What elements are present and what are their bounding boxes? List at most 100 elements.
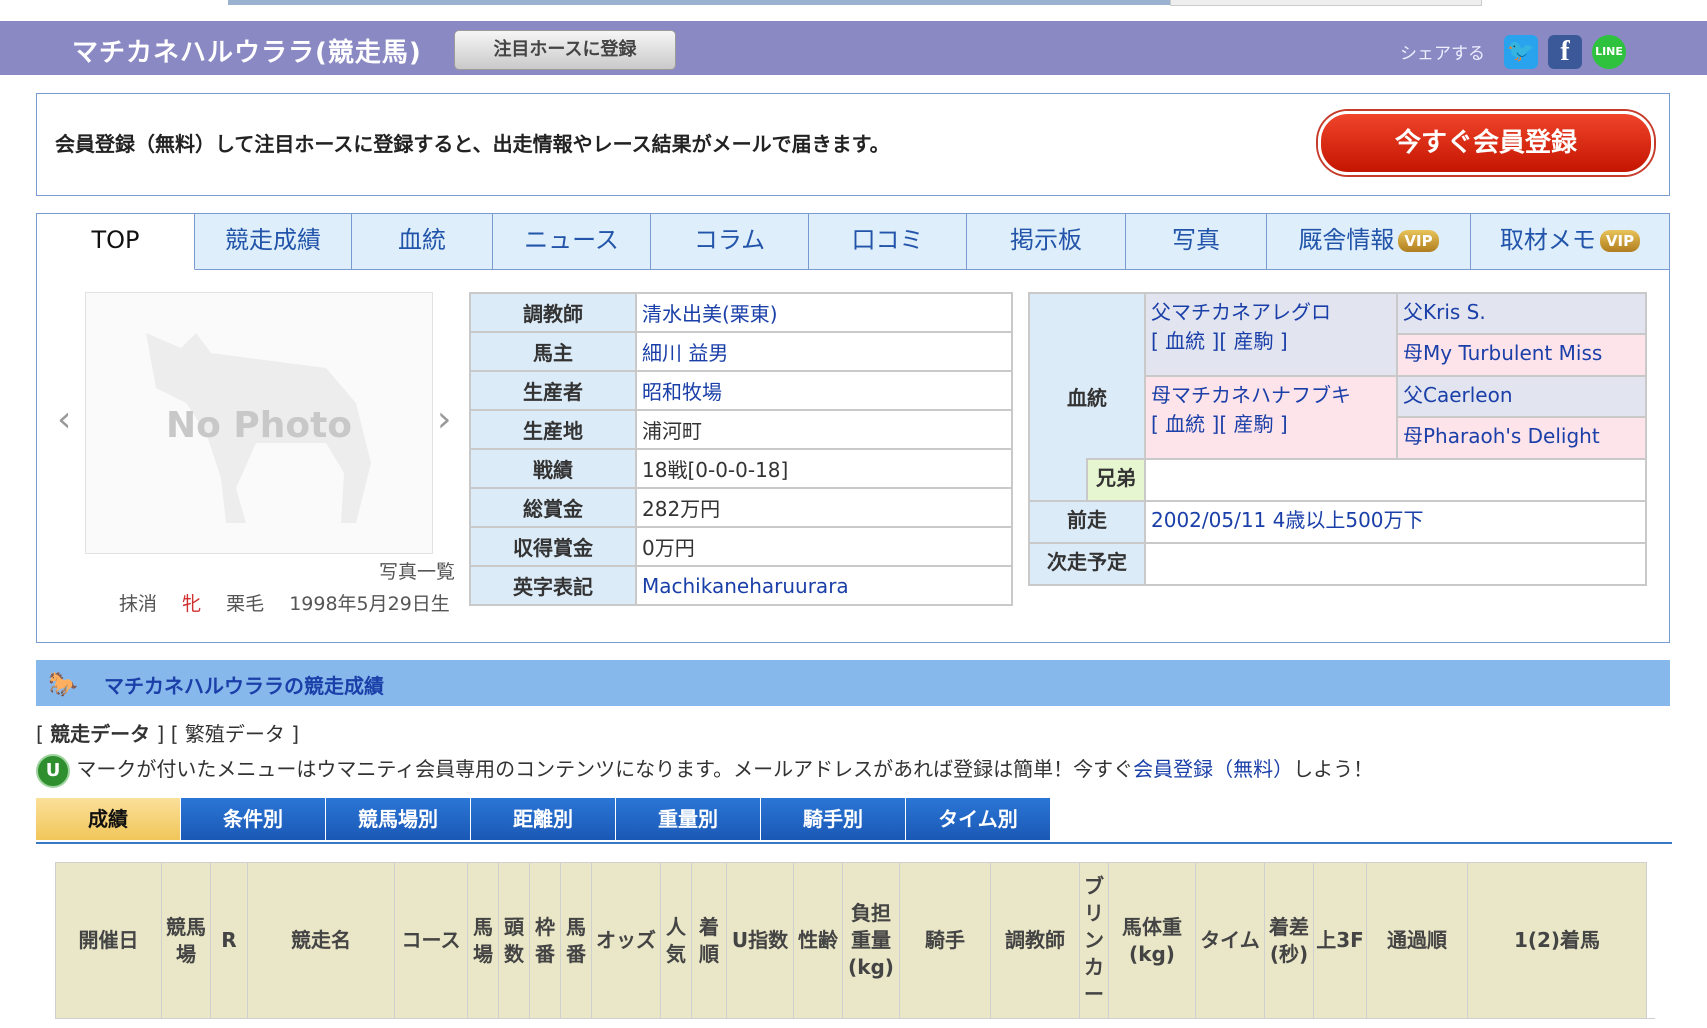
tab-news[interactable]: ニュース xyxy=(493,214,651,270)
member-register-box: 会員登録（無料）して注目ホースに登録すると、出走情報やレース結果がメールで届きま… xyxy=(36,93,1670,196)
subtab-distance[interactable]: 距離別 xyxy=(471,798,616,840)
info-label: 生産地 xyxy=(469,409,637,450)
breeding-data-link[interactable]: 繁殖データ xyxy=(185,722,285,746)
top-strip xyxy=(0,0,1707,20)
tab-pedigree[interactable]: 血統 xyxy=(352,214,493,270)
photo-list-link[interactable]: 写真一覧 xyxy=(379,557,455,584)
photo-prev-arrow[interactable]: ‹ xyxy=(57,399,71,440)
horse-icon: 🐎 xyxy=(48,670,78,698)
column-header: オッズ xyxy=(591,862,661,1019)
no-photo-text: No Photo xyxy=(165,405,353,446)
race-results-table: 開催日 競馬場 R 競走名 コース 馬場 頭数 枠番 馬番 オッズ 人気 着順 … xyxy=(55,862,1647,1019)
notice-register-link[interactable]: 会員登録（無料） xyxy=(1133,757,1293,781)
info-label: 調教師 xyxy=(469,292,637,333)
tab-stable-info-label: 厩舎情報 xyxy=(1298,226,1395,254)
table-row: 総賞金 282万円 xyxy=(469,487,1013,528)
results-subtabs: 成績 条件別 競馬場別 距離別 重量別 騎手別 タイム別 xyxy=(36,798,1672,844)
dam-sire-cell: 父Caerleon xyxy=(1396,375,1647,418)
column-header: 開催日 xyxy=(55,862,162,1019)
subtab-jockey[interactable]: 騎手別 xyxy=(761,798,906,840)
tab-interview-notes[interactable]: 取材メモ VIP xyxy=(1471,214,1669,270)
column-header: 着差(秒) xyxy=(1264,862,1314,1019)
share-label: シェアする xyxy=(1400,44,1485,64)
record-value: 18戦[0-0-0-18] xyxy=(635,448,1013,489)
page-title: マチカネハルウララ(競走馬) xyxy=(72,38,422,68)
table-row: 生産地 浦河町 xyxy=(469,409,1013,450)
column-header: 性齢 xyxy=(793,862,843,1019)
sex-text: 牝 xyxy=(182,593,202,615)
table-header-row: 開催日 競馬場 R 競走名 コース 馬場 頭数 枠番 馬番 オッズ 人気 着順 … xyxy=(55,862,1647,1019)
dam-dam-link[interactable]: 母Pharaoh's Delight xyxy=(1403,424,1600,448)
dam-cell: 母マチカネハナフブキ [ 血統 ][ 産駒 ] xyxy=(1144,375,1398,460)
english-name-link[interactable]: Machikaneharuurara xyxy=(642,574,849,598)
dam-sub-links[interactable]: [ 血統 ][ 産駒 ] xyxy=(1151,408,1391,437)
info-label: 戦績 xyxy=(469,448,637,489)
info-label: 英字表記 xyxy=(469,565,637,606)
dam-sire-link[interactable]: 父Caerleon xyxy=(1403,383,1513,407)
earned-prize-value: 0万円 xyxy=(635,526,1013,567)
column-header: 馬体重(kg) xyxy=(1108,862,1196,1019)
info-label: 馬主 xyxy=(469,331,637,372)
coat-text: 栗毛 xyxy=(226,593,265,615)
owner-link[interactable]: 細川 益男 xyxy=(642,341,728,365)
siblings-label: 兄弟 xyxy=(1086,458,1146,502)
line-icon[interactable]: LINE xyxy=(1592,35,1626,69)
column-header: 人気 xyxy=(660,862,692,1019)
subtab-conditions[interactable]: 条件別 xyxy=(181,798,326,840)
tab-race-results[interactable]: 競走成績 xyxy=(195,214,352,270)
notice-text: マークが付いたメニューはウマニティ会員専用のコンテンツになります。メールアドレス… xyxy=(76,757,1134,781)
table-row: 生産者 昭和牧場 xyxy=(469,370,1013,411)
column-header: 着順 xyxy=(691,862,727,1019)
column-header: ブリンカー xyxy=(1079,862,1109,1019)
subtab-time[interactable]: タイム別 xyxy=(906,798,1051,840)
member-notice: U マークが付いたメニューはウマニティ会員専用のコンテンツになります。メールアド… xyxy=(36,753,1373,788)
photo-next-arrow[interactable]: › xyxy=(437,399,451,440)
birthdate-text: 1998年5月29日生 xyxy=(289,593,450,615)
vip-badge: VIP xyxy=(1398,230,1439,252)
next-race-label: 次走予定 xyxy=(1028,542,1146,586)
horse-summary: 抹消 牝 栗毛 1998年5月29日生 xyxy=(119,589,450,616)
horse-photo-placeholder: No Photo xyxy=(85,292,433,554)
table-row: 調教師 清水出美(栗東) xyxy=(469,292,1013,333)
twitter-icon[interactable]: 🐦 xyxy=(1504,35,1538,69)
tab-reviews[interactable]: 口コミ xyxy=(809,214,967,270)
dam-dam-cell: 母Pharaoh's Delight xyxy=(1396,416,1647,460)
member-register-text: 会員登録（無料）して注目ホースに登録すると、出走情報やレース結果がメールで届きま… xyxy=(55,132,890,156)
table-row: 戦績 18戦[0-0-0-18] xyxy=(469,448,1013,489)
register-horse-button[interactable]: 注目ホースに登録 xyxy=(454,30,676,70)
dam-link[interactable]: 母マチカネハナフブキ xyxy=(1151,379,1391,408)
sire-link[interactable]: 父マチカネアレグロ xyxy=(1151,296,1391,325)
tab-column[interactable]: コラム xyxy=(651,214,809,270)
top-search-edge xyxy=(1170,0,1482,6)
trainer-link[interactable]: 清水出美(栗東) xyxy=(642,302,778,326)
next-race-value xyxy=(1144,542,1647,586)
data-type-links: [ 競走データ ] [ 繁殖データ ] xyxy=(36,722,300,746)
subtab-racecourse[interactable]: 競馬場別 xyxy=(326,798,471,840)
info-label: 総賞金 xyxy=(469,487,637,528)
subtab-weight[interactable]: 重量別 xyxy=(616,798,761,840)
breeder-link[interactable]: 昭和牧場 xyxy=(642,380,722,404)
last-race-cell: 2002/05/11 4歳以上500万下 xyxy=(1144,500,1647,544)
table-row: 収得賞金 0万円 xyxy=(469,526,1013,567)
u-member-icon: U xyxy=(36,753,70,788)
column-header: U指数 xyxy=(726,862,794,1019)
tab-stable-info[interactable]: 厩舎情報 VIP xyxy=(1267,214,1471,270)
facebook-icon[interactable]: f xyxy=(1548,35,1582,69)
column-header: 上3F xyxy=(1313,862,1367,1019)
member-register-button[interactable]: 今すぐ会員登録 xyxy=(1318,111,1654,175)
total-prize-value: 282万円 xyxy=(635,487,1013,528)
tab-photos[interactable]: 写真 xyxy=(1126,214,1267,270)
column-header: 馬番 xyxy=(560,862,592,1019)
column-header: タイム xyxy=(1195,862,1265,1019)
horse-tabs: TOP 競走成績 血統 ニュース コラム 口コミ 掲示板 写真 厩舎情報 VIP … xyxy=(37,214,1669,270)
sire-dam-link[interactable]: 母My Turbulent Miss xyxy=(1403,341,1602,365)
tab-top[interactable]: TOP xyxy=(37,214,195,270)
column-header: 負担重量(kg) xyxy=(842,862,900,1019)
subtab-results[interactable]: 成績 xyxy=(36,798,181,840)
sire-sub-links[interactable]: [ 血統 ][ 産駒 ] xyxy=(1151,325,1391,354)
last-race-link[interactable]: 2002/05/11 4歳以上500万下 xyxy=(1151,508,1424,532)
tab-board[interactable]: 掲示板 xyxy=(967,214,1126,270)
horse-info-table: 調教師 清水出美(栗東) 馬主 細川 益男 生産者 昭和牧場 生産地 浦河町 戦績 18戦… xyxy=(469,292,1013,606)
race-data-link[interactable]: 競走データ xyxy=(50,722,150,746)
sire-sire-link[interactable]: 父Kris S. xyxy=(1403,300,1486,324)
